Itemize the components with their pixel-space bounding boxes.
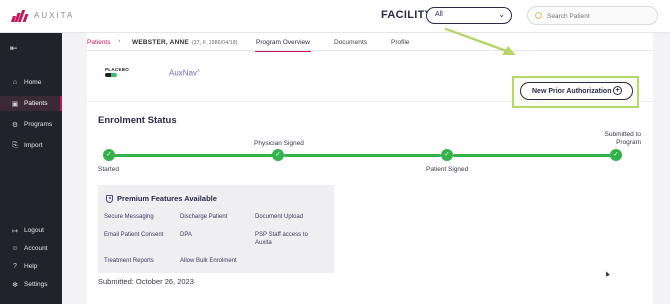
- plus-circle-icon: +: [613, 86, 622, 95]
- premium-features-panel: Premium Features Available Secure Messag…: [98, 185, 334, 273]
- sidebar-item-import[interactable]: ⎘ Import: [0, 138, 62, 153]
- enrolment-status-title: Enrolment Status: [98, 115, 177, 126]
- step-connector: [453, 154, 611, 157]
- main-content: Patients › WEBSTER, ANNE (37, F, 1986/04/…: [87, 33, 653, 304]
- sidebar-item-patients[interactable]: ▣ Patients: [0, 96, 62, 111]
- step-connector: [284, 154, 441, 157]
- tab-profile[interactable]: Profile: [391, 39, 409, 46]
- facility-select[interactable]: All ⌄: [426, 7, 512, 24]
- sidebar: ⇤ ⌂ Home ▣ Patients ⚙ Programs ⎘ Import …: [0, 33, 62, 304]
- new-prior-authorization-button[interactable]: New Prior Authorization +: [520, 82, 633, 100]
- patient-name: WEBSTER, ANNE: [132, 39, 189, 46]
- step-submitted-check-icon: ✓: [610, 149, 622, 161]
- placebo-logo-text: PLACEBO: [105, 67, 130, 72]
- help-icon: ?: [13, 263, 17, 270]
- home-icon: ⌂: [12, 79, 18, 86]
- auxita-logo[interactable]: AUXITA: [10, 9, 75, 22]
- sidebar-item-help[interactable]: ? Help: [0, 259, 62, 274]
- search-box[interactable]: [527, 6, 658, 25]
- sidebar-item-label: Account: [24, 245, 48, 252]
- patient-meta: (37, F, 1986/04/18): [191, 40, 238, 46]
- chevron-down-icon: ⌄: [498, 10, 505, 19]
- auxnav-logo: AuxNav®: [169, 68, 200, 78]
- sidebar-item-label: Patients: [24, 100, 48, 107]
- account-icon: ☺: [11, 245, 19, 252]
- import-icon: ⎘: [12, 141, 18, 149]
- breadcrumb-patient: WEBSTER, ANNE (37, F, 1986/04/18): [132, 39, 238, 46]
- facility-label: FACILITY: [381, 9, 433, 21]
- pill-icon: [105, 73, 117, 77]
- tab-documents[interactable]: Documents: [334, 39, 367, 46]
- sidebar-item-logout[interactable]: ↦ Logout: [0, 223, 62, 238]
- feature-discharge-patient[interactable]: Discharge Patient: [180, 213, 227, 221]
- facility-value: All: [435, 11, 443, 18]
- feature-document-upload[interactable]: Document Upload: [255, 213, 303, 221]
- auxnav-logo-text: AuxNav: [169, 68, 198, 78]
- chevron-right-icon: ›: [118, 38, 121, 45]
- premium-features-title-text: Premium Features Available: [117, 194, 217, 203]
- patients-icon: ▣: [11, 100, 19, 108]
- shield-icon: [106, 194, 113, 203]
- program-header: PLACEBO AuxNav® New Prior Authorization …: [87, 52, 653, 108]
- search-input[interactable]: [547, 10, 652, 22]
- feature-psp-staff-access[interactable]: PSP Staff access to Auxita: [255, 231, 321, 247]
- step-label-physician-signed: Physician Signed: [254, 140, 304, 147]
- sidebar-item-label: Logout: [24, 227, 44, 234]
- feature-dpa[interactable]: DPA: [180, 231, 192, 239]
- placebo-logo: PLACEBO: [105, 67, 130, 77]
- sidebar-item-label: Settings: [24, 281, 48, 288]
- settings-icon: ✻: [12, 281, 18, 289]
- sidebar-item-label: Help: [24, 263, 38, 270]
- sidebar-item-settings[interactable]: ✻ Settings: [0, 277, 62, 292]
- step-started-check-icon: ✓: [103, 149, 115, 161]
- sidebar-item-label: Import: [24, 142, 43, 149]
- sidebar-item-home[interactable]: ⌂ Home: [0, 75, 62, 90]
- step-connector: [114, 154, 273, 157]
- sidebar-item-label: Home: [24, 79, 42, 86]
- new-prior-authorization-label: New Prior Authorization: [532, 87, 612, 95]
- sidebar-item-account[interactable]: ☺ Account: [0, 241, 62, 256]
- feature-treatment-reports[interactable]: Treatment Reports: [104, 257, 154, 265]
- step-label-started: Started: [98, 166, 119, 173]
- feature-secure-messaging[interactable]: Secure Messaging: [104, 213, 154, 221]
- logo-mark-icon: [10, 9, 29, 22]
- step-physician-check-icon: ✓: [272, 149, 284, 161]
- logo-text: AUXITA: [34, 11, 75, 20]
- search-icon: [535, 12, 542, 19]
- programs-icon: ⚙: [11, 121, 19, 129]
- feature-allow-bulk-enrolment[interactable]: Allow Bulk Enrolment: [180, 257, 237, 265]
- breadcrumb-patients-link[interactable]: Patients: [87, 39, 111, 46]
- logout-icon: ↦: [12, 227, 18, 235]
- step-patient-check-icon: ✓: [441, 149, 453, 161]
- feature-email-patient-consent[interactable]: Email Patient Consent: [104, 231, 163, 239]
- top-bar: AUXITA FACILITY All ⌄: [0, 0, 670, 33]
- sidebar-item-label: Programs: [24, 121, 53, 128]
- collapse-menu-icon[interactable]: ⇤: [10, 43, 18, 54]
- sidebar-item-programs[interactable]: ⚙ Programs: [0, 117, 62, 132]
- registered-mark: ®: [197, 68, 200, 73]
- breadcrumb: Patients › WEBSTER, ANNE (37, F, 1986/04/…: [87, 33, 653, 52]
- step-label-patient-signed: Patient Signed: [426, 166, 469, 173]
- tab-program-overview[interactable]: Program Overview: [255, 39, 311, 52]
- premium-features-title: Premium Features Available: [106, 194, 217, 203]
- submitted-date: Submitted: October 26, 2023: [98, 277, 194, 286]
- step-label-submitted: Submitted to Program: [604, 131, 642, 146]
